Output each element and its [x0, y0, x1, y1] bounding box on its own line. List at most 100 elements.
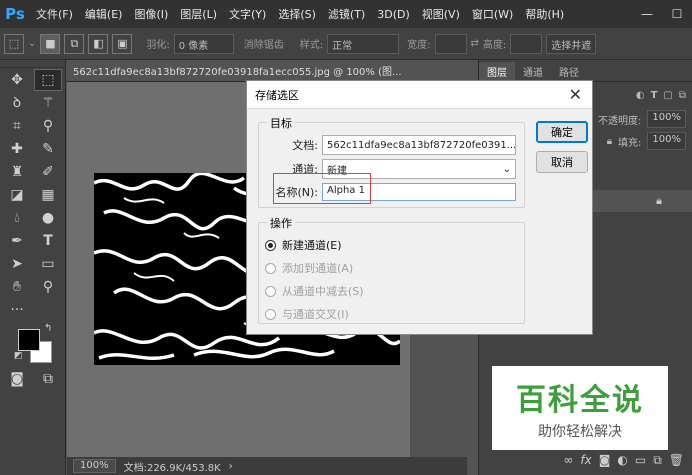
tab-paths[interactable]: 路径: [551, 62, 587, 81]
eraser-tool-icon[interactable]: ◪: [3, 184, 31, 206]
screen-mode-icon[interactable]: ⧉: [34, 368, 62, 390]
antialias-checkbox-label[interactable]: 消除锯齿: [244, 36, 284, 51]
dodge-tool-icon[interactable]: ●: [34, 207, 62, 229]
menu-file[interactable]: 文件(F): [30, 6, 79, 22]
radio-add-to-channel[interactable]: 添加到通道(A): [265, 260, 353, 276]
menu-view[interactable]: 视图(V): [416, 6, 466, 22]
filter-shape-icon[interactable]: ▢: [663, 90, 672, 101]
history-brush-tool-icon[interactable]: ✐: [34, 161, 62, 183]
radio-button[interactable]: [265, 285, 276, 297]
filter-adjust-icon[interactable]: ◐: [636, 90, 645, 101]
gradient-tool-icon[interactable]: ▦: [34, 184, 62, 206]
radio-subtract-from-channel[interactable]: 从通道中减去(S): [265, 283, 364, 299]
dialog-titlebar[interactable]: 存储选区 ✕: [247, 81, 592, 109]
status-bar: 100% 文档:226.9K/453.8K ›: [67, 457, 467, 475]
dropdown-arrow-icon[interactable]: ⌄: [28, 38, 36, 49]
swap-icon[interactable]: ⇄: [471, 38, 479, 49]
healing-brush-tool-icon[interactable]: ✚: [3, 138, 31, 160]
opacity-input[interactable]: 100%: [647, 110, 686, 128]
hand-tool-icon[interactable]: ✋︎: [3, 276, 31, 298]
default-colors-icon[interactable]: ◩: [14, 351, 23, 361]
width-input[interactable]: [434, 33, 467, 54]
fx-icon[interactable]: fx: [580, 453, 591, 467]
eyedropper-tool-icon[interactable]: ⚲: [34, 115, 62, 137]
menu-select[interactable]: 选择(S): [272, 6, 322, 22]
radio-label: 添加到通道(A): [282, 262, 354, 275]
filter-type-icon[interactable]: T: [651, 90, 658, 101]
radio-button[interactable]: [265, 262, 276, 274]
add-selection-icon[interactable]: ⧉: [64, 33, 85, 54]
crop-tool-icon[interactable]: ⌗: [3, 115, 31, 137]
blur-tool-icon[interactable]: 💧︎: [3, 207, 31, 229]
zoom-tool-icon[interactable]: ⚲: [34, 276, 62, 298]
lock-icon[interactable]: 🔒︎: [607, 136, 612, 147]
marquee-preset-icon[interactable]: ⬚: [4, 33, 24, 54]
intersect-selection-icon[interactable]: ▣: [112, 33, 133, 54]
new-selection-icon[interactable]: ■: [40, 33, 61, 54]
menu-help[interactable]: 帮助(H): [519, 6, 570, 22]
new-layer-icon[interactable]: ⧉: [653, 453, 662, 468]
move-tool-icon[interactable]: ✥: [3, 69, 31, 91]
clone-stamp-tool-icon[interactable]: ♜: [3, 161, 31, 183]
document-tab-title: 562c11dfa9ec8a13bf872720fe03918fa1ecc055…: [73, 67, 402, 78]
style-select[interactable]: 正常: [327, 33, 400, 54]
menu-filter[interactable]: 滤镜(T): [322, 6, 371, 22]
radio-label: 新建通道(E): [282, 239, 342, 252]
tab-layers[interactable]: 图层: [479, 62, 515, 81]
adjustment-layer-icon[interactable]: ◐: [617, 453, 627, 467]
document-size-info: 文档:226.9K/453.8K: [123, 462, 221, 474]
quick-mask-icon[interactable]: ◙: [3, 368, 31, 390]
toolbar-grip[interactable]: [0, 60, 65, 68]
path-selection-tool-icon[interactable]: ➤: [3, 253, 31, 275]
subtract-selection-icon[interactable]: ◧: [88, 33, 109, 54]
select-and-mask-button[interactable]: 选择并遮: [546, 33, 597, 54]
menu-3d[interactable]: 3D(D): [371, 8, 416, 21]
watermark: 百科全说 助你轻松解决: [492, 366, 668, 450]
zoom-level-field[interactable]: 100%: [73, 459, 116, 473]
maximize-icon[interactable]: ☐: [662, 7, 692, 21]
document-select[interactable]: 562c11dfa9ec8a13bf872720fe0391... ⌄: [322, 135, 516, 155]
minimize-icon[interactable]: —: [632, 7, 662, 21]
more-tools-icon[interactable]: ···: [3, 299, 31, 321]
brush-tool-icon[interactable]: ✎: [34, 138, 62, 160]
cancel-button[interactable]: 取消: [536, 151, 588, 173]
menu-window[interactable]: 窗口(W): [466, 6, 519, 22]
document-row: 文档: 562c11dfa9ec8a13bf872720fe0391... ⌄: [262, 135, 516, 155]
dialog-title: 存储选区: [255, 88, 299, 102]
close-icon[interactable]: ✕: [569, 85, 582, 104]
tab-channels[interactable]: 通道: [515, 62, 551, 81]
fill-input[interactable]: 100%: [647, 132, 686, 150]
ok-button[interactable]: 确定: [536, 121, 588, 143]
foreground-color-swatch[interactable]: [18, 329, 40, 351]
height-input[interactable]: [510, 33, 543, 54]
pen-tool-icon[interactable]: ✒: [3, 230, 31, 252]
document-tab[interactable]: 562c11dfa9ec8a13bf872720fe03918fa1ecc055…: [67, 60, 407, 82]
radio-intersect-channel[interactable]: 与通道交叉(I): [265, 306, 349, 322]
document-label: 文档:: [292, 139, 318, 152]
type-tool-icon[interactable]: T: [34, 230, 62, 252]
radio-button[interactable]: [265, 308, 276, 320]
link-layers-icon[interactable]: ∞: [563, 453, 573, 467]
marquee-tool-icon[interactable]: ⬚: [34, 68, 62, 91]
menu-edit[interactable]: 编辑(E): [79, 6, 129, 22]
radio-new-channel[interactable]: 新建通道(E): [265, 237, 342, 253]
delete-layer-icon[interactable]: 🗑︎: [669, 453, 684, 467]
swap-colors-icon[interactable]: ↰: [44, 323, 52, 334]
tools-panel: ✥ ⬚ ꝺ ⚚ ⌗ ⚲ ✚ ✎ ♜ ✐ ◪ ▦ 💧︎ ● ✒ T ➤ ▭ ✋︎ ⚲ ··· ↰ ◩ …: [0, 60, 66, 475]
width-label: 宽度:: [407, 40, 431, 51]
menu-type[interactable]: 文字(Y): [223, 6, 272, 22]
radio-button[interactable]: [265, 239, 276, 251]
feather-input[interactable]: 0 像素: [173, 33, 234, 54]
layers-panel-footer: ∞ fx ◙ ◐ ▭ ⧉ 🗑︎: [478, 450, 692, 470]
panel-tabs: 图层 通道 路径: [479, 60, 692, 82]
filter-smart-icon[interactable]: ⧉: [679, 90, 686, 101]
rectangle-tool-icon[interactable]: ▭: [34, 253, 62, 275]
menu-image[interactable]: 图像(I): [128, 6, 174, 22]
status-menu-arrow-icon[interactable]: ›: [229, 461, 233, 472]
magic-wand-tool-icon[interactable]: ⚚: [34, 92, 62, 114]
new-group-icon[interactable]: ▭: [635, 453, 646, 467]
operation-group-label: 操作: [267, 215, 295, 231]
menu-layer[interactable]: 图层(L): [174, 6, 223, 22]
lasso-tool-icon[interactable]: ꝺ: [3, 92, 31, 114]
layer-mask-icon[interactable]: ◙: [599, 453, 611, 467]
